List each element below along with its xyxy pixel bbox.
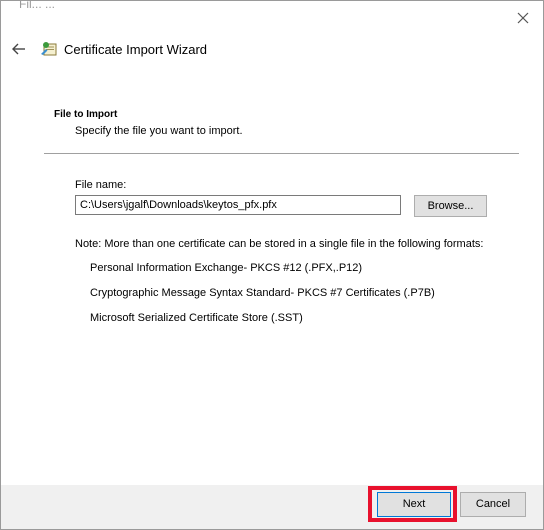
format-item-p7b: Cryptographic Message Syntax Standard- P… [90, 287, 435, 299]
section-subtitle: Specify the file you want to import. [75, 125, 243, 137]
browse-button[interactable]: Browse... [414, 195, 487, 217]
format-item-sst: Microsoft Serialized Certificate Store (… [90, 312, 303, 324]
close-icon[interactable] [515, 10, 531, 26]
wizard-title: Certificate Import Wizard [64, 41, 208, 57]
formats-note: Note: More than one certificate can be s… [75, 238, 484, 250]
back-arrow-icon[interactable] [11, 41, 27, 57]
window-title-fragment: Fil... ... [19, 0, 55, 11]
next-button[interactable]: Next [377, 492, 451, 517]
wizard-header: Certificate Import Wizard [11, 39, 207, 59]
certificate-import-wizard-window: Fil... ... Certificate Import Wizard Fil… [0, 0, 544, 530]
header-divider [44, 153, 519, 154]
format-item-pfx: Personal Information Exchange- PKCS #12 … [90, 262, 363, 274]
cancel-button[interactable]: Cancel [460, 492, 526, 517]
file-name-label: File name: [75, 179, 127, 191]
section-title: File to Import [54, 109, 118, 120]
certificate-icon [41, 42, 57, 56]
file-name-input[interactable]: C:\Users\jgalf\Downloads\keytos_pfx.pfx [75, 195, 401, 215]
